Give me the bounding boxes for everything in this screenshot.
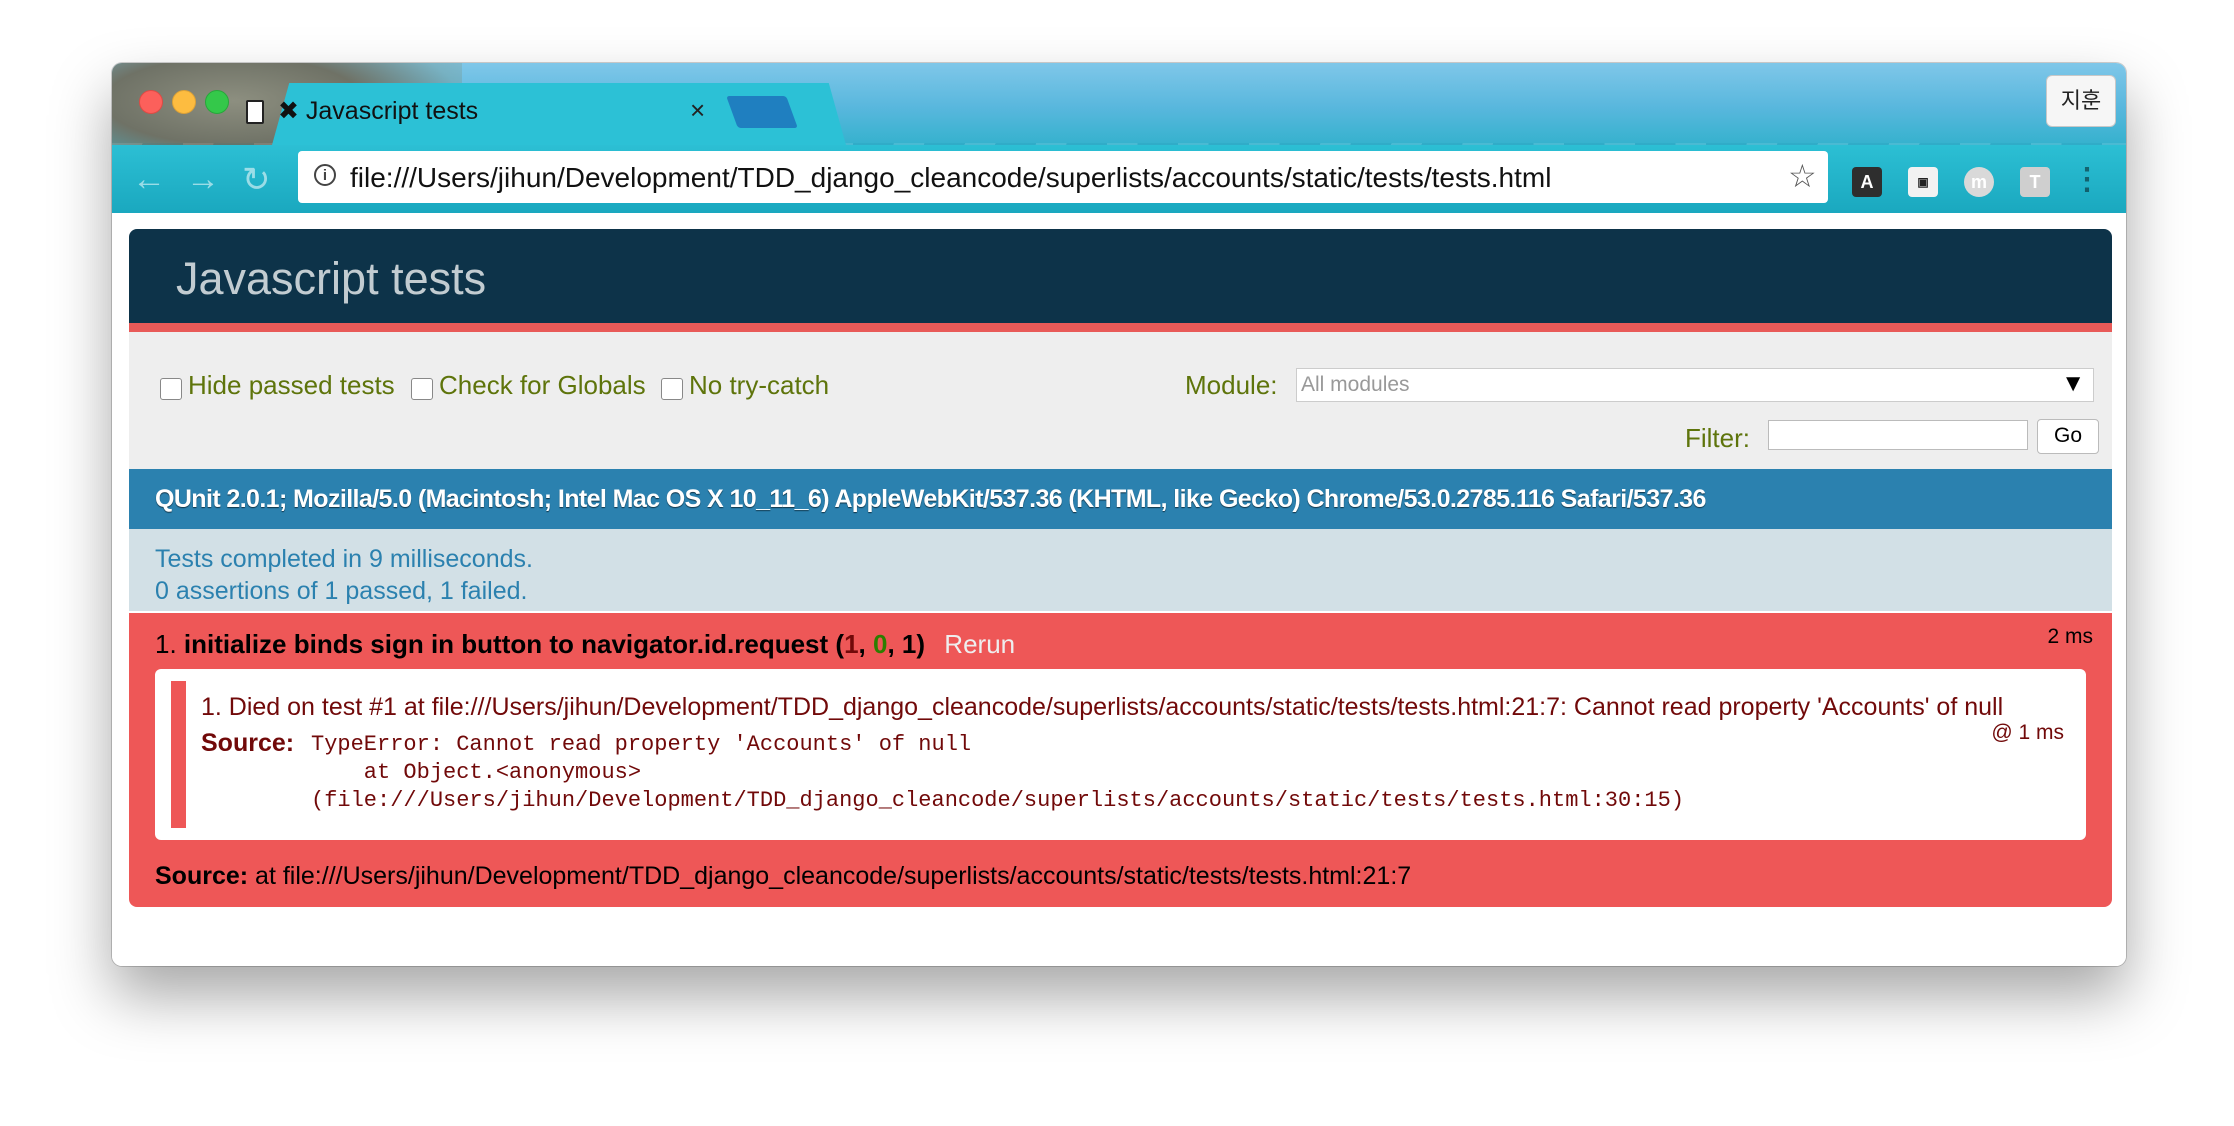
back-arrow-icon[interactable]: ← [132, 160, 166, 199]
failed-count: 1 [844, 629, 859, 659]
filter-label: Filter: [1685, 423, 1750, 453]
filter-input[interactable] [1768, 420, 2028, 450]
assertion-time: @ 1 ms [1991, 721, 2064, 744]
url-text[interactable]: file:///Users/jihun/Development/TDD_djan… [350, 162, 1551, 194]
m-extension-icon[interactable]: m [1964, 167, 1994, 197]
browser-toolbar: ← → ↻ i file:///Users/jihun/Development/… [112, 145, 2126, 213]
checkbox-box[interactable] [411, 377, 433, 400]
tab-close-icon[interactable]: × [690, 95, 705, 126]
more-menu-icon[interactable]: ⋮ [2072, 165, 2102, 197]
total-count: 1 [901, 629, 917, 659]
assertion-list: 1. Died on test #1 at file:///Users/jihu… [155, 669, 2086, 840]
no-try-catch-checkbox[interactable]: No try-catch [661, 370, 829, 401]
assertion-source-trace: TypeError: Cannot read property 'Account… [311, 732, 1685, 813]
address-bar[interactable]: i file:///Users/jihun/Development/TDD_dj… [298, 151, 1828, 203]
test-source: Source: at file:///Users/jihun/Developme… [155, 862, 1411, 891]
test-number: 1. [155, 629, 177, 659]
rerun-link[interactable]: Rerun [944, 629, 1015, 659]
failure-marker [171, 681, 186, 828]
test-source-label: Source: [155, 862, 249, 890]
forward-arrow-icon[interactable]: → [186, 160, 220, 199]
stats-duration: Tests completed in 9 milliseconds. [155, 545, 533, 573]
module-select-value: All modules [1301, 373, 1410, 396]
test-title[interactable]: 1. initialize binds sign in button to na… [155, 629, 1015, 660]
document-icon [246, 100, 264, 124]
qunit-header: Javascript tests [129, 229, 2112, 332]
check-globals-label[interactable]: Check for Globals [439, 370, 646, 401]
bookmark-star-icon[interactable]: ☆ [1788, 157, 1817, 195]
no-try-catch-label[interactable]: No try-catch [689, 370, 829, 401]
info-icon[interactable]: i [314, 164, 336, 186]
check-globals-checkbox[interactable]: Check for Globals [411, 370, 646, 401]
qunit-toolbar: Hide passed tests Check for Globals No t… [129, 332, 2112, 469]
dictionary-extension-icon[interactable]: A [1852, 167, 1882, 197]
checkbox-box[interactable] [661, 377, 683, 400]
hide-passed-label[interactable]: Hide passed tests [188, 370, 395, 401]
user-agent-bar: QUnit 2.0.1; Mozilla/5.0 (Macintosh; Int… [129, 469, 2112, 529]
minimize-window-button[interactable] [172, 90, 196, 114]
browser-window: ✖ Javascript tests × 지훈 ← → ↻ i file:///… [112, 63, 2126, 966]
zoom-window-button[interactable] [205, 90, 229, 114]
stats-assertions: 0 assertions of 1 passed, 1 failed. [155, 577, 528, 605]
assertion-source-label: Source: [201, 729, 295, 757]
test-stats: Tests completed in 9 milliseconds. 0 ass… [129, 529, 2112, 611]
module-select[interactable]: All modules ▼ [1296, 368, 2094, 402]
test-name[interactable]: initialize binds sign in button to navig… [184, 629, 828, 659]
hide-passed-checkbox[interactable]: Hide passed tests [160, 370, 395, 401]
cast-extension-icon[interactable]: ▣ [1908, 167, 1938, 197]
page-content: Javascript tests Hide passed tests Check… [112, 213, 2126, 966]
page-title[interactable]: Javascript tests [176, 253, 486, 305]
dropdown-arrow-icon[interactable]: ▼ [2061, 368, 2085, 400]
failed-test-item[interactable]: 1. initialize binds sign in button to na… [129, 613, 2112, 907]
module-label: Module: [1185, 370, 1278, 400]
test-counts: (1, 0, 1) [835, 629, 926, 659]
reload-icon[interactable]: ↻ [242, 160, 271, 200]
profile-button[interactable]: 지훈 [2046, 75, 2116, 127]
passed-count: 0 [873, 629, 888, 659]
close-window-button[interactable] [139, 90, 163, 114]
t-extension-icon[interactable]: T [2020, 167, 2050, 197]
test-runtime: 2 ms [2047, 625, 2093, 648]
checkbox-box[interactable] [160, 377, 182, 400]
assertion-message: 1. Died on test #1 at file:///Users/jihu… [201, 693, 2004, 721]
new-tab-button[interactable] [726, 96, 798, 128]
go-button[interactable]: Go [2037, 419, 2099, 454]
test-source-text: at file:///Users/jihun/Development/TDD_d… [255, 862, 1412, 890]
tab-title: ✖ Javascript tests [278, 97, 479, 125]
